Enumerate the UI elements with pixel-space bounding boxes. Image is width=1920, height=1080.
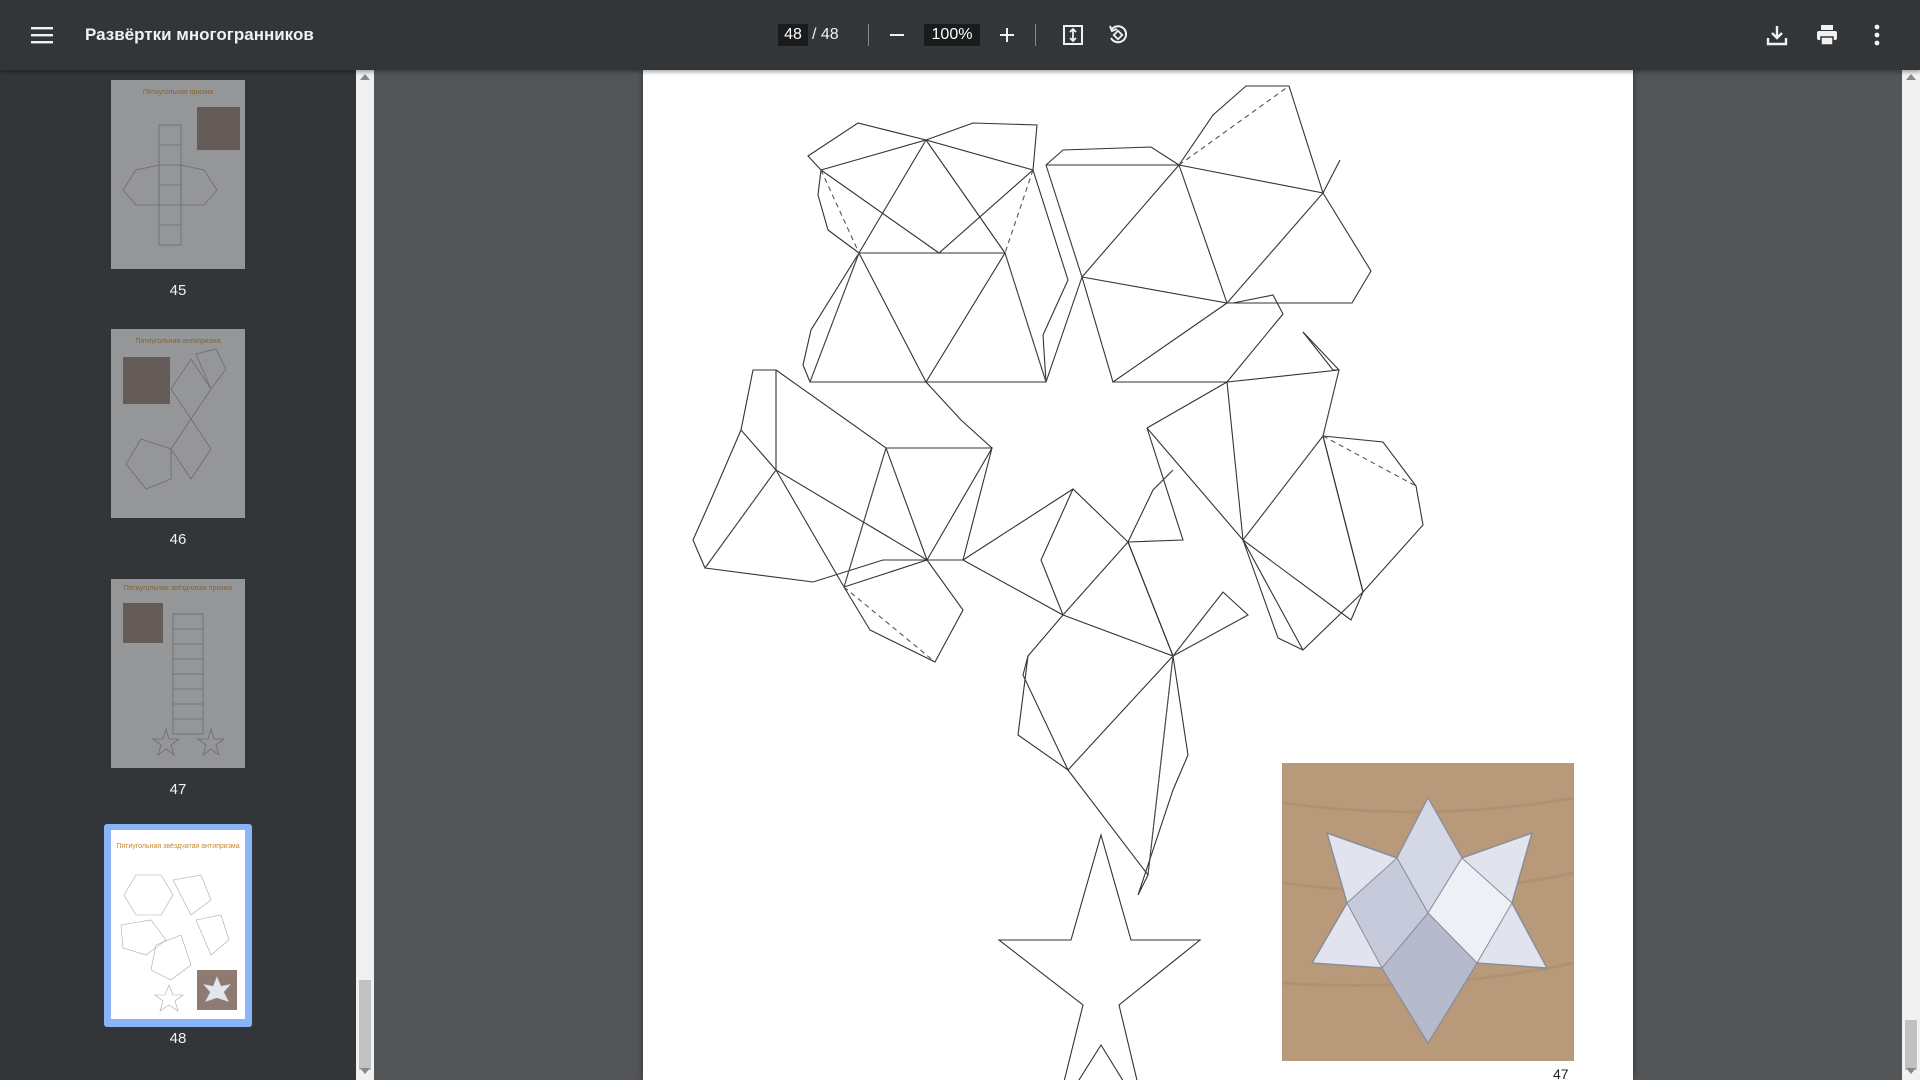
rotate-icon: [1109, 25, 1128, 44]
page-thumbnail-48[interactable]: Пятиугольная звёздчатая антипризма: [111, 830, 245, 1019]
page-footer-number: 47: [1553, 1066, 1569, 1080]
thumbnail-page-number: 47: [169, 781, 187, 798]
zoom-in-button[interactable]: [987, 15, 1027, 55]
rotate-button[interactable]: [1098, 15, 1138, 55]
thumbnail-photo: [123, 603, 163, 643]
print-button[interactable]: [1807, 15, 1847, 55]
thumbnail-photo: [123, 357, 170, 404]
polyhedron-photo: [1282, 763, 1574, 1061]
thumbnail-photo: [197, 107, 240, 150]
plus-icon: [1000, 28, 1014, 42]
minus-icon: [890, 34, 904, 36]
toolbar-divider: [1035, 24, 1036, 46]
pdf-page: 47: [643, 70, 1633, 1080]
document-title: Развёртки многогранников: [85, 25, 314, 44]
thumbnail-title: Пятиугольная призма: [142, 89, 214, 96]
pdf-toolbar: Развёртки многогранников / 48: [0, 0, 1920, 70]
thumbnail-title: Пятиугольная антипризма: [135, 338, 221, 345]
download-button[interactable]: [1757, 15, 1797, 55]
scroll-up-arrow-icon[interactable]: [1906, 74, 1916, 80]
menu-icon[interactable]: [22, 15, 62, 55]
page-count: / 48: [812, 26, 839, 43]
thumbnail-page-number: 45: [169, 282, 187, 299]
page-number-input[interactable]: [778, 24, 808, 46]
thumbnail-page-number: 46: [169, 531, 187, 548]
fit-to-page-button[interactable]: [1053, 15, 1093, 55]
page-thumbnail-47[interactable]: Пятиугольная звёздчатая призма: [111, 579, 245, 768]
thumbnail-photo: [197, 970, 237, 1010]
thumbnail-title: Пятиугольная звёздчатая призма: [123, 585, 233, 592]
viewer-scroll-thumb[interactable]: [1905, 1020, 1917, 1070]
page-thumbnail-45[interactable]: Пятиугольная призма: [111, 80, 245, 269]
page-thumbnail-46[interactable]: Пятиугольная антипризма: [111, 329, 245, 518]
thumbnail-page-number: 48: [169, 1030, 187, 1047]
more-actions-button[interactable]: [1857, 15, 1897, 55]
fit-page-icon: [1063, 25, 1083, 45]
thumbnail-sidebar: Пятиугольная призма 45 Пятиугольная анти…: [0, 70, 356, 1080]
print-icon: [1817, 25, 1837, 46]
toolbar-divider: [868, 24, 869, 46]
zoom-input[interactable]: [924, 24, 980, 46]
document-viewer: 47: [374, 70, 1902, 1080]
viewer-scrollbar[interactable]: [1902, 70, 1920, 1080]
more-vert-icon: [1874, 24, 1880, 46]
scroll-up-arrow-icon[interactable]: [360, 74, 370, 80]
zoom-out-button[interactable]: [877, 15, 917, 55]
sidebar-scrollbar[interactable]: [356, 70, 374, 1080]
sidebar-scroll-thumb[interactable]: [359, 980, 371, 1070]
scroll-down-arrow-icon[interactable]: [1906, 1068, 1916, 1074]
scroll-down-arrow-icon[interactable]: [360, 1068, 370, 1074]
download-icon: [1766, 26, 1788, 46]
